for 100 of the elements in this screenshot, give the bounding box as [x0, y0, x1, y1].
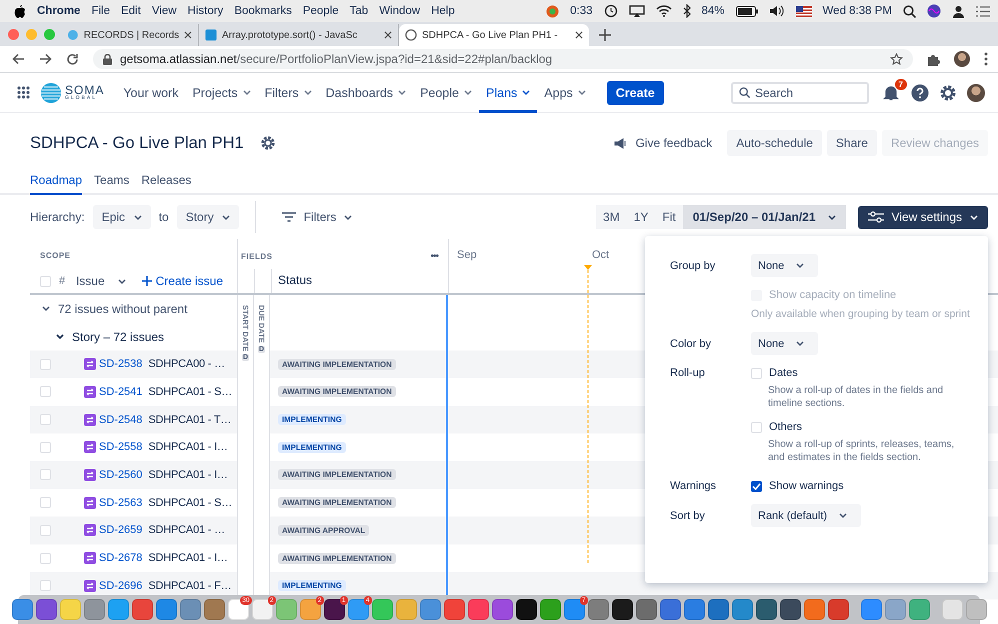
issue-key-link[interactable]: SD-2696	[99, 580, 142, 592]
close-icon[interactable]	[384, 31, 392, 39]
hierarchy-to-select[interactable]: Story	[176, 205, 239, 229]
view-tab[interactable]: Teams	[94, 173, 130, 195]
nav-item[interactable]: Your work	[116, 73, 186, 112]
browser-tab[interactable]: SDHPCA - Go Live Plan PH1 -	[399, 24, 589, 46]
rollup-checkbox[interactable]	[751, 422, 762, 432]
subgroup-row[interactable]: Story – 72 issues	[30, 322, 237, 350]
select-all-checkbox[interactable]	[40, 276, 51, 286]
app-icon[interactable]	[516, 599, 536, 620]
search-field[interactable]: Search	[731, 82, 869, 104]
globe-logo-icon[interactable]	[40, 82, 62, 104]
hierarchy-from-select[interactable]: Epic	[92, 205, 151, 229]
app-icon[interactable]	[756, 599, 776, 620]
menu-item[interactable]: Help	[431, 5, 455, 17]
nav-item[interactable]: Plans	[479, 73, 538, 112]
view-settings-button[interactable]: View settings	[858, 206, 988, 228]
menu-item[interactable]: Tab	[350, 5, 368, 17]
issue-key-link[interactable]: SD-2678	[99, 552, 142, 564]
clock-icon[interactable]	[604, 4, 618, 18]
view-tab[interactable]: Roadmap	[30, 173, 82, 195]
range-button[interactable]: 1Y	[626, 205, 656, 229]
feedback-link[interactable]: Give feedback	[635, 136, 712, 150]
list-icon[interactable]	[976, 6, 990, 16]
issue-key-link[interactable]: SD-2560	[99, 468, 142, 481]
issue-column-select[interactable]: Issue	[76, 274, 126, 288]
more-button[interactable]: •••	[430, 250, 438, 262]
chevron-icon[interactable]	[42, 306, 50, 312]
app-menu[interactable]: Chrome	[37, 5, 80, 17]
puzzle-icon[interactable]	[927, 52, 940, 66]
row-checkbox[interactable]	[40, 442, 51, 453]
issue-key-link[interactable]: SD-2558	[99, 441, 142, 454]
menu-item[interactable]: Bookmarks	[234, 5, 292, 17]
menu-item[interactable]: File	[91, 5, 110, 17]
action-button[interactable]: Share	[826, 130, 877, 156]
filters-button[interactable]: Filters	[276, 209, 358, 225]
menu-item[interactable]: View	[152, 5, 177, 17]
range-button[interactable]: Fit	[655, 205, 683, 229]
wifi-icon[interactable]	[656, 5, 672, 17]
help-icon[interactable]	[911, 84, 929, 102]
row-checkbox[interactable]	[40, 497, 51, 508]
row-checkbox[interactable]	[40, 358, 51, 370]
close-icon[interactable]	[575, 31, 583, 39]
range-button[interactable]: 3M	[596, 205, 627, 229]
user-icon[interactable]	[952, 4, 965, 18]
menu-item[interactable]: People	[302, 5, 339, 17]
group-row[interactable]: 72 issues without parent	[30, 295, 237, 323]
row-checkbox[interactable]	[40, 524, 51, 536]
airplay-icon[interactable]	[628, 4, 644, 18]
warnings-checkbox[interactable]	[751, 480, 762, 492]
reload-icon[interactable]	[66, 52, 79, 66]
star-icon[interactable]	[890, 52, 903, 66]
battery-icon[interactable]	[736, 6, 758, 16]
action-button[interactable]: Auto-schedule	[727, 130, 822, 156]
issue-key-link[interactable]: SD-2563	[99, 496, 142, 509]
avatar[interactable]	[954, 51, 970, 67]
settings-icon[interactable]	[939, 84, 957, 102]
date-range-select[interactable]: 01/Sep/20 – 01/Jan/21	[682, 205, 846, 229]
address-field[interactable]: getsoma.atlassian.net/secure/PortfolioPlanView.jspa?id=21&sid=22#plan/backlog	[93, 49, 913, 69]
siri-icon[interactable]	[927, 4, 941, 18]
nav-item[interactable]: Filters	[258, 73, 319, 112]
sort-by-select[interactable]: Rank (default)	[751, 504, 862, 527]
view-tab[interactable]: Releases	[141, 173, 192, 195]
nav-item[interactable]: People	[413, 73, 479, 112]
nav-item[interactable]: Apps	[537, 73, 593, 112]
bluetooth-icon[interactable]	[682, 4, 690, 18]
new-tab-icon[interactable]	[599, 29, 611, 41]
create-button[interactable]: Create	[606, 80, 664, 104]
row-checkbox[interactable]	[40, 414, 51, 426]
timer-icon[interactable]	[546, 4, 560, 18]
row-checkbox[interactable]	[40, 580, 51, 592]
menu-item[interactable]: History	[188, 5, 224, 17]
create-issue-link[interactable]: Create issue	[142, 274, 223, 288]
issue-key-link[interactable]: SD-2538	[99, 358, 142, 370]
logo-text[interactable]: SOMA	[65, 84, 104, 96]
close-window-button[interactable]	[8, 28, 19, 40]
volume-icon[interactable]	[768, 5, 785, 17]
issue-key-link[interactable]: SD-2659	[99, 524, 142, 536]
notification-icon[interactable]	[883, 84, 899, 100]
clock-text[interactable]: Wed 8:38 PM	[822, 5, 892, 17]
search-icon[interactable]	[903, 4, 916, 18]
row-checkbox[interactable]	[40, 386, 51, 398]
forward-icon[interactable]	[39, 53, 52, 65]
app-icon[interactable]	[612, 599, 632, 620]
app-icon[interactable]	[780, 599, 800, 620]
settings-icon[interactable]	[260, 135, 276, 151]
more-icon[interactable]	[984, 52, 988, 66]
zoom-window-button[interactable]	[44, 28, 55, 40]
close-icon[interactable]	[184, 31, 192, 39]
row-checkbox[interactable]	[40, 469, 51, 480]
color-by-select[interactable]: None	[751, 332, 818, 355]
menu-item[interactable]: Window	[379, 5, 420, 17]
issue-key-link[interactable]: SD-2548	[99, 414, 142, 426]
back-icon[interactable]	[12, 53, 25, 65]
issue-key-link[interactable]: SD-2541	[99, 386, 142, 398]
chevron-icon[interactable]	[56, 334, 64, 340]
apple-icon[interactable]	[14, 4, 26, 18]
row-checkbox[interactable]	[40, 552, 51, 564]
app-switcher-icon[interactable]	[17, 86, 30, 99]
group-by-select[interactable]: None	[751, 254, 818, 277]
